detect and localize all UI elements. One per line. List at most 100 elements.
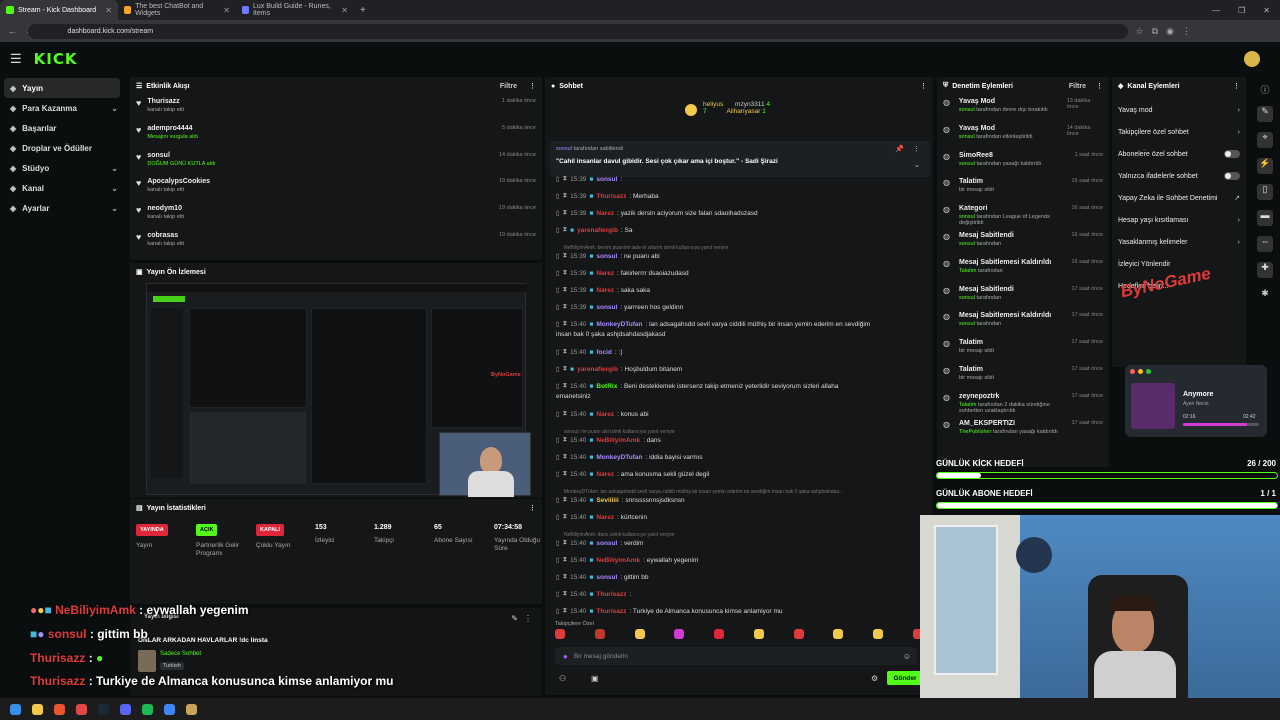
emote-icon[interactable]	[714, 629, 725, 639]
discord-icon[interactable]	[120, 703, 131, 715]
chat-message[interactable]: ▯ ⧗ 15:40 ■ NeBiliyimAmk: dans	[556, 436, 661, 444]
emote-icon[interactable]	[674, 629, 685, 639]
mod-action-title[interactable]: Mesaj Sabitlendi	[959, 286, 1063, 293]
close-window-icon[interactable]: ✕	[1263, 6, 1270, 15]
mod-action-title[interactable]: SimoRee8	[959, 152, 1063, 159]
mod-action-user[interactable]: sonsul	[959, 134, 975, 140]
chat-username[interactable]: MonkeyDTufan	[596, 321, 642, 328]
chat-message[interactable]: ▯ ⧗ 15:39 ■ sonsul:	[556, 175, 622, 183]
delete-icon[interactable]: ▯	[556, 539, 560, 547]
timeout-icon[interactable]: ⧗	[563, 365, 568, 373]
sidebar-item[interactable]: ◈ Kanal ⌄	[0, 178, 124, 198]
timeout-icon[interactable]: ⧗	[563, 175, 568, 183]
chat-username[interactable]: yarenafiergib	[577, 227, 618, 234]
chevron-down-icon[interactable]: ⌄	[111, 184, 118, 193]
emote-icon[interactable]	[753, 629, 764, 639]
chat-message[interactable]: ▯ ⧗ 15:39 ■ sonsul: ne puanı abi	[556, 252, 660, 260]
sidebar-item[interactable]: ◈ Stüdyo ⌄	[0, 158, 124, 178]
mod-action-title[interactable]: Talatim	[959, 339, 1063, 346]
pin-icon[interactable]: 📌	[895, 145, 904, 153]
bolt-icon[interactable]: ⚡	[1257, 158, 1273, 174]
target-icon[interactable]: ⌖	[1257, 132, 1273, 148]
chat-username[interactable]: Narez	[596, 411, 614, 418]
sidebar-item[interactable]: ◈ Başarılar	[0, 118, 124, 138]
timeout-icon[interactable]: ⧗	[563, 348, 568, 356]
chat-message[interactable]: ▯ ⧗ 15:39 ■ Narez: yazik dersin aciyorum siz…	[556, 209, 758, 217]
chat-username[interactable]: focid	[596, 349, 612, 356]
timeout-icon[interactable]: ⧗	[563, 252, 568, 260]
delete-icon[interactable]: ▯	[556, 453, 560, 461]
chat-username[interactable]: sonsul	[596, 304, 617, 311]
delete-icon[interactable]: ▯	[556, 226, 560, 234]
timeout-icon[interactable]: ⧗	[563, 513, 568, 521]
chat-username[interactable]: Thurisazz	[596, 591, 626, 598]
close-tab-icon[interactable]: ✕	[223, 6, 230, 15]
chat-message[interactable]: ▯ ⧗ 15:39 ■ sonsul: yarrreen hos geldinn	[556, 303, 683, 311]
activity-user[interactable]: ApocalypsCookies	[147, 178, 210, 185]
chat-input[interactable]: ● Bir mesaj gönderin ☺	[555, 647, 917, 665]
pencil-icon[interactable]: ✎	[1257, 106, 1273, 122]
app-icon[interactable]	[76, 703, 87, 715]
timeout-icon[interactable]: ⧗	[563, 269, 568, 277]
chat-username[interactable]: Narez	[596, 287, 614, 294]
toggle-switch[interactable]	[1224, 150, 1240, 158]
mod-action-title[interactable]: Talatim	[959, 178, 1063, 185]
delete-icon[interactable]: ▯	[556, 269, 560, 277]
chat-bubble-icon[interactable]: ▬	[1257, 210, 1273, 226]
more-options-icon[interactable]: ⋮	[524, 614, 532, 623]
bookmark-star-icon[interactable]: ☆	[1136, 26, 1144, 37]
chat-username[interactable]: Narez	[596, 471, 614, 478]
chevron-down-icon[interactable]: ⌄	[111, 164, 118, 173]
delete-icon[interactable]: ▯	[556, 175, 560, 183]
delete-icon[interactable]: ▯	[556, 348, 560, 356]
delete-icon[interactable]: ▯	[556, 192, 560, 200]
chevron-down-icon[interactable]: ⌄	[914, 161, 920, 169]
chat-username[interactable]: Narez	[596, 514, 614, 521]
back-icon[interactable]: ←	[8, 26, 17, 36]
chevron-down-icon[interactable]: ⌄	[111, 104, 118, 113]
kick-logo[interactable]: KICK	[34, 50, 78, 68]
chat-username[interactable]: Thurisazz	[596, 193, 626, 200]
delete-icon[interactable]: ▯	[556, 320, 560, 328]
url-input[interactable]: dashboard.kick.com/stream	[27, 23, 1128, 39]
timeout-icon[interactable]: ⧗	[563, 382, 568, 390]
chat-settings-gear-icon[interactable]: ⚙	[871, 674, 878, 683]
league-client-icon[interactable]	[186, 703, 197, 715]
delete-icon[interactable]: ▯	[556, 470, 560, 478]
emote-icon[interactable]	[634, 629, 645, 639]
delete-icon[interactable]: ▯	[556, 513, 560, 521]
menu-icon[interactable]: ⋮	[1182, 26, 1191, 37]
browser-tab-lux[interactable]: Lux Build Guide - Runes, Items ✕	[236, 0, 354, 20]
chat-username[interactable]: Seviiiiii	[596, 497, 618, 504]
mod-action-title[interactable]: zeynepoztrk	[959, 393, 1063, 400]
mod-action-title[interactable]: Mesaj Sabitlemesi Kaldırıldı	[959, 312, 1063, 319]
channel-action-item[interactable]: Yasaklanmış kelimeler ›	[1112, 231, 1246, 253]
link-icon[interactable]: ⇔	[1257, 236, 1273, 252]
chat-message[interactable]: ▯ ⧗ 15:40 ■ sonsul: verdim	[556, 539, 643, 547]
mod-action-user[interactable]: sonsul	[959, 321, 975, 327]
mod-action-title[interactable]: Mesaj Sabitlemesi Kaldırıldı	[959, 259, 1063, 266]
spotify-icon[interactable]	[142, 703, 153, 715]
timeout-icon[interactable]: ⧗	[563, 436, 568, 444]
more-options-icon[interactable]: ⋮	[1233, 82, 1240, 90]
mod-action-user[interactable]: sonsul	[959, 161, 975, 167]
windows-start-icon[interactable]	[10, 703, 21, 715]
channel-action-item[interactable]: Takipçilere özel sohbet ›	[1112, 121, 1246, 143]
chat-username[interactable]: sonsul	[596, 574, 617, 581]
gift-icon[interactable]: ▣	[591, 674, 599, 683]
emote-icon[interactable]	[873, 629, 884, 639]
extensions-icon[interactable]: ⧉	[1152, 26, 1158, 37]
activity-filter-button[interactable]: Filtre	[500, 83, 517, 90]
sidebar-item[interactable]: ◈ Ayarlar ⌄	[0, 198, 124, 218]
stream-preview-video[interactable]: ByNoGame	[146, 283, 531, 497]
phone-icon[interactable]: ▯	[1257, 184, 1273, 200]
emote-icon[interactable]	[833, 629, 844, 639]
chrome-icon[interactable]	[164, 703, 175, 715]
chat-username[interactable]: sonsul	[596, 540, 617, 547]
wrench-icon[interactable]: ✚	[1257, 262, 1273, 278]
mod-action-title[interactable]: Yavaş Mod	[959, 98, 1061, 105]
activity-user[interactable]: adempro4444	[147, 125, 198, 132]
chat-message[interactable]: ▯ ⧗ 15:40 ■ Thurisazz:	[556, 590, 631, 598]
sidebar-item[interactable]: ◈ Yayın	[4, 78, 120, 98]
more-options-icon[interactable]: ⋮	[920, 82, 927, 90]
